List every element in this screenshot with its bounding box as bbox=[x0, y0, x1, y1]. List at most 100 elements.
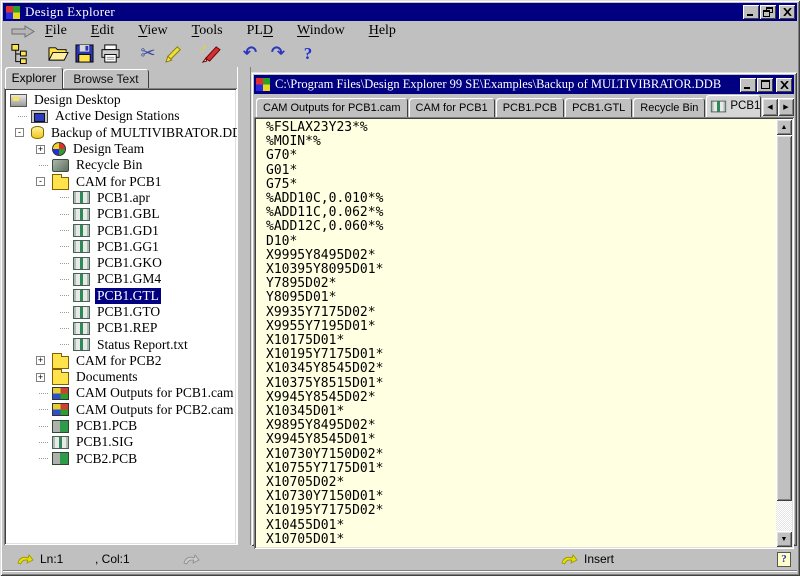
tree-item-pcb1-gtl[interactable]: PCB1.GTL bbox=[6, 288, 235, 304]
tree-item-cam-outputs-for-pcb2-cam[interactable]: CAM Outputs for PCB2.cam bbox=[6, 402, 235, 418]
tree-item-pcb1-sig[interactable]: PCB1.SIG bbox=[6, 434, 235, 450]
code-line: X10175D01* bbox=[266, 334, 776, 348]
tree-item-label: Active Design Stations bbox=[53, 108, 182, 124]
menu-window[interactable]: Window bbox=[297, 23, 345, 39]
open-document-button[interactable] bbox=[45, 42, 71, 66]
expander-plus-icon[interactable]: + bbox=[36, 356, 45, 365]
editor-content[interactable]: %FSLAX23Y23*%%MOIN*%G70*G01*G75*%ADD10C,… bbox=[256, 119, 776, 547]
tree-item-pcb1-gd1[interactable]: PCB1.GD1 bbox=[6, 222, 235, 238]
code-line: X10705D01* bbox=[266, 533, 776, 547]
tab-scroll-right-button[interactable]: ▶ bbox=[778, 98, 794, 116]
tree-item-design-desktop[interactable]: Design Desktop bbox=[6, 92, 235, 108]
code-line: %FSLAX23Y23*% bbox=[266, 121, 776, 135]
tree-item-pcb1-gbl[interactable]: PCB1.GBL bbox=[6, 206, 235, 222]
menu-edit[interactable]: Edit bbox=[91, 23, 114, 39]
tree-item-pcb1-gm4[interactable]: PCB1.GM4 bbox=[6, 271, 235, 287]
explorer-panel-button[interactable] bbox=[7, 42, 33, 66]
tab-recycle-bin[interactable]: Recycle Bin bbox=[633, 98, 705, 117]
undo-button[interactable]: ↶ bbox=[237, 42, 263, 66]
code-line: %MOIN*% bbox=[266, 135, 776, 149]
expander-plus-icon[interactable]: + bbox=[36, 373, 45, 382]
tree-item-pcb1-gko[interactable]: PCB1.GKO bbox=[6, 255, 235, 271]
tree-guide-line bbox=[60, 312, 69, 313]
tree-item-status-report-txt[interactable]: Status Report.txt bbox=[6, 336, 235, 352]
tab-scroll-left-button[interactable]: ◀ bbox=[762, 98, 778, 116]
tree-item-active-design-stations[interactable]: Active Design Stations bbox=[6, 108, 235, 124]
wizard-pen-button[interactable] bbox=[197, 42, 223, 66]
tree-item-cam-outputs-for-pcb1-cam[interactable]: CAM Outputs for PCB1.cam bbox=[6, 385, 235, 401]
tree-item-pcb1-gto[interactable]: PCB1.GTO bbox=[6, 304, 235, 320]
tree-item-design-team[interactable]: +Design Team bbox=[6, 141, 235, 157]
tree-guide-line bbox=[60, 230, 69, 231]
code-line: X10345Y8545D02* bbox=[266, 362, 776, 376]
expander-plus-icon[interactable]: + bbox=[36, 145, 45, 154]
menu-help[interactable]: Help bbox=[369, 23, 396, 39]
minimize-button[interactable] bbox=[743, 5, 759, 19]
redo-button[interactable]: ↷ bbox=[265, 42, 291, 66]
expander-minus-icon[interactable]: - bbox=[36, 177, 45, 186]
document-icon bbox=[73, 257, 90, 270]
cut-button[interactable]: ✂ bbox=[135, 42, 161, 66]
close-button[interactable] bbox=[779, 5, 795, 19]
tree-item-label: PCB1.GD1 bbox=[95, 223, 161, 239]
tree-guide-line bbox=[60, 246, 69, 247]
document-icon bbox=[73, 191, 90, 204]
explorer-tree[interactable]: Design DesktopActive Design Stations-Bac… bbox=[4, 88, 237, 545]
menu-view[interactable]: View bbox=[138, 23, 168, 39]
tree-item-cam-for-pcb2[interactable]: +CAM for PCB2 bbox=[6, 353, 235, 369]
tab-cam-outputs-for-pcb1-cam[interactable]: CAM Outputs for PCB1.cam bbox=[256, 98, 408, 117]
help-button[interactable]: ? bbox=[295, 42, 321, 66]
tree-item-pcb1-rep[interactable]: PCB1.REP bbox=[6, 320, 235, 336]
tree-item-documents[interactable]: + Documents bbox=[6, 369, 235, 385]
tree-item-pcb2-pcb[interactable]: PCB2.PCB bbox=[6, 451, 235, 467]
expander-minus-icon[interactable]: - bbox=[15, 128, 24, 137]
tree-item-label: PCB1.GG1 bbox=[95, 239, 161, 255]
menu-pld[interactable]: PLD bbox=[247, 23, 273, 39]
tab-cam-for-pcb1[interactable]: CAM for PCB1 bbox=[409, 98, 495, 117]
tree-item-pcb1-apr[interactable]: PCB1.apr bbox=[6, 190, 235, 206]
insert-mode-icon bbox=[561, 553, 578, 565]
doc-maximize-button[interactable] bbox=[757, 78, 773, 92]
tree-item-recycle-bin[interactable]: Recycle Bin bbox=[6, 157, 235, 173]
menu-file[interactable]: File bbox=[45, 23, 67, 39]
tree-item-cam-for-pcb1[interactable]: -CAM for PCB1 bbox=[6, 173, 235, 189]
menu-tools[interactable]: Tools bbox=[192, 23, 223, 39]
code-line: X10755Y7175D01* bbox=[266, 462, 776, 476]
print-button[interactable] bbox=[97, 42, 123, 66]
doc-close-button[interactable] bbox=[776, 78, 792, 92]
document-icon bbox=[73, 273, 90, 286]
code-line: X10730Y7150D01* bbox=[266, 490, 776, 504]
tree-item-backup-of-multivibrator-ddb[interactable]: -Backup of MULTIVIBRATOR.DDB bbox=[6, 125, 235, 141]
scrollbar-track[interactable] bbox=[776, 135, 792, 531]
tree-item-label: Documents bbox=[74, 369, 140, 385]
system-menu-arrow-icon[interactable] bbox=[11, 25, 37, 38]
code-line: X10375Y8515D01* bbox=[266, 377, 776, 391]
tree-guide-line bbox=[39, 426, 48, 427]
scroll-up-button[interactable]: ▲ bbox=[776, 119, 792, 135]
marker-tool-button[interactable] bbox=[161, 42, 187, 66]
tab-browse-text[interactable]: Browse Text bbox=[63, 69, 149, 88]
tree-item-pcb1-gg1[interactable]: PCB1.GG1 bbox=[6, 239, 235, 255]
folder-icon bbox=[52, 356, 69, 369]
doc-minimize-button[interactable] bbox=[740, 78, 756, 92]
arrow-down-icon: ▼ bbox=[781, 535, 788, 543]
restore-button[interactable] bbox=[760, 5, 776, 19]
tree-item-pcb1-pcb[interactable]: PCB1.PCB bbox=[6, 418, 235, 434]
vertical-scrollbar: ▲ ▼ bbox=[776, 119, 792, 547]
tab-pcb1-pcb[interactable]: PCB1.PCB bbox=[496, 98, 564, 117]
scrollbar-thumb[interactable] bbox=[776, 135, 792, 501]
panel-splitter[interactable] bbox=[237, 67, 251, 545]
wizard-pen-icon bbox=[199, 44, 222, 63]
code-line: X10705D02* bbox=[266, 476, 776, 490]
code-line: X9945Y8545D02* bbox=[266, 391, 776, 405]
tab-pcb1-gtl-active[interactable]: PCB1.GTL bbox=[706, 95, 761, 117]
status-help-button[interactable]: ? bbox=[777, 552, 791, 567]
tab-pcb1-gtl[interactable]: PCB1.GTL bbox=[565, 98, 632, 117]
tree-guide-line bbox=[39, 442, 48, 443]
scroll-down-button[interactable]: ▼ bbox=[776, 531, 792, 547]
tree-item-label: PCB1.SIG bbox=[74, 434, 135, 450]
tree-item-label: CAM Outputs for PCB1.cam bbox=[74, 385, 236, 401]
save-button[interactable] bbox=[71, 42, 97, 66]
document-icon bbox=[73, 289, 90, 302]
tab-explorer[interactable]: Explorer bbox=[5, 67, 63, 89]
